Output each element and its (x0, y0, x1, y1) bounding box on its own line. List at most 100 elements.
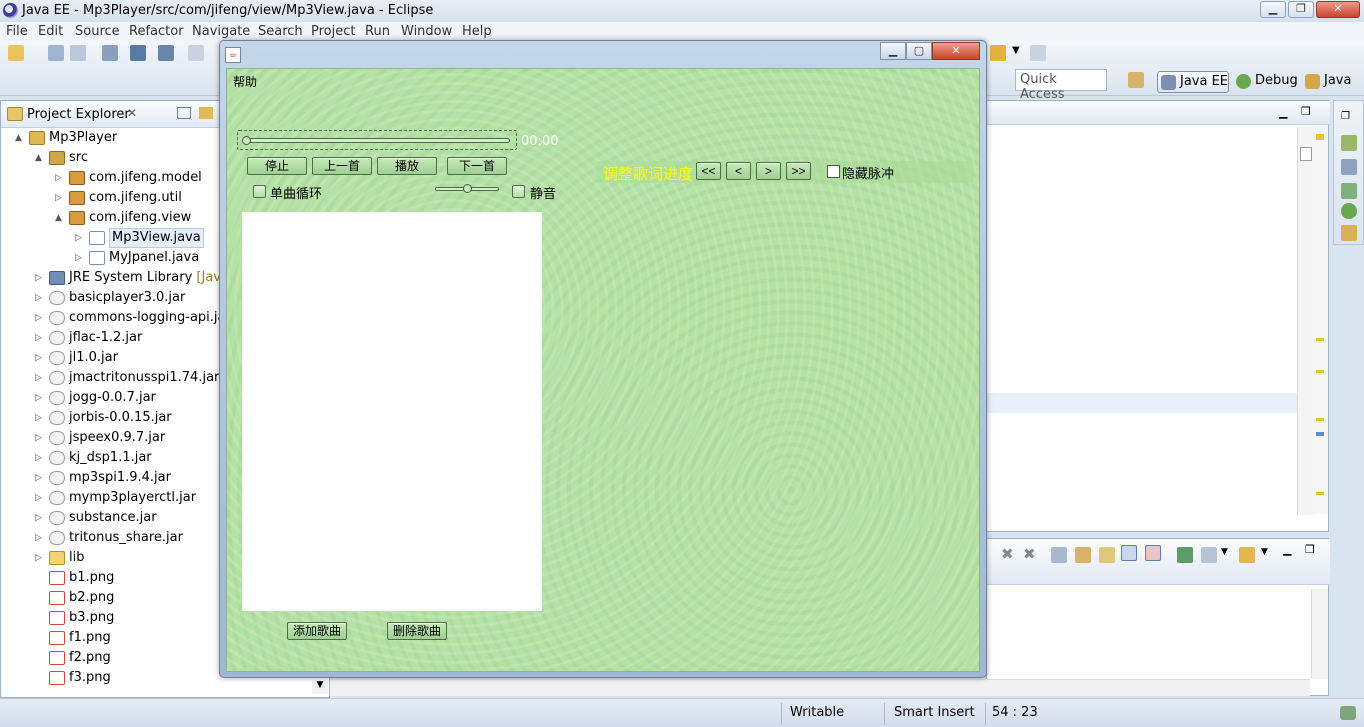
scroll-thumb[interactable] (1300, 147, 1312, 161)
delete-song-button[interactable]: 删除歌曲 (387, 622, 447, 640)
updates-icon[interactable] (1340, 706, 1356, 720)
task-list-icon[interactable] (1341, 159, 1357, 175)
remove-all-icon[interactable]: ✖ (1023, 545, 1036, 563)
progress-slider[interactable] (237, 130, 517, 150)
single-loop-checkbox[interactable] (253, 185, 266, 198)
horizontal-scrollbar[interactable] (330, 679, 1310, 696)
save-icon[interactable] (48, 45, 64, 61)
build-icon[interactable] (102, 45, 118, 61)
expand-arrow-icon[interactable]: ▷ (35, 288, 45, 308)
chevron-down-icon[interactable]: ▼ (1012, 45, 1020, 56)
expand-arrow-icon[interactable]: ▲ (35, 148, 45, 168)
expand-arrow-icon[interactable]: ▷ (35, 388, 45, 408)
chevron-down-icon[interactable]: ▼ (1221, 547, 1228, 557)
annotation-marker[interactable] (1316, 492, 1324, 495)
lyric-rewind-fast-button[interactable]: << (696, 162, 721, 180)
display-console-icon[interactable] (1201, 547, 1217, 563)
forward-arrow-icon[interactable] (1030, 45, 1046, 61)
expand-arrow-icon[interactable]: ▷ (35, 448, 45, 468)
collapse-all-icon[interactable] (177, 107, 191, 119)
menu-project[interactable]: Project (311, 24, 355, 39)
expand-arrow-icon[interactable]: ▷ (35, 428, 45, 448)
perspective-java[interactable]: Java (1302, 71, 1355, 93)
progress-thumb[interactable] (242, 136, 251, 145)
word-wrap-icon[interactable] (1099, 547, 1115, 563)
open-console-icon[interactable] (1239, 547, 1255, 563)
expand-arrow-icon[interactable]: ▷ (35, 468, 45, 488)
player-close-icon[interactable]: ✕ (932, 42, 980, 60)
show-on-output-icon[interactable] (1121, 545, 1137, 561)
outline-icon[interactable] (1341, 135, 1357, 151)
player-menu-help[interactable]: 帮助 (233, 73, 257, 90)
expand-arrow-icon[interactable]: ▷ (35, 328, 45, 348)
expand-arrow-icon[interactable]: ▲ (55, 208, 65, 228)
expand-arrow-icon[interactable]: ▷ (55, 188, 65, 208)
pin-console-icon[interactable] (1177, 547, 1193, 563)
expand-arrow-icon[interactable]: ▷ (35, 528, 45, 548)
scroll-lock-icon[interactable] (1075, 547, 1091, 563)
console-maximize-icon[interactable]: ❐ (1305, 543, 1315, 556)
annotation-marker[interactable] (1316, 338, 1324, 341)
minimize-icon[interactable]: ▁ (1260, 1, 1286, 18)
progress-track[interactable] (244, 138, 510, 143)
annotation-marker[interactable] (1316, 418, 1324, 421)
perspective-debug[interactable]: Debug (1233, 71, 1302, 93)
run-icon[interactable] (188, 45, 204, 61)
volume-slider[interactable] (435, 180, 499, 198)
bug-icon[interactable] (1341, 203, 1357, 219)
expand-arrow-icon[interactable]: ▷ (55, 168, 65, 188)
lyric-forward-fast-button[interactable]: >> (786, 162, 811, 180)
expand-arrow-icon[interactable]: ▷ (35, 548, 45, 568)
servers-icon[interactable] (1341, 183, 1357, 199)
volume-thumb[interactable] (462, 184, 472, 193)
menu-run[interactable]: Run (365, 24, 390, 39)
expand-arrow-icon[interactable]: ▷ (35, 488, 45, 508)
new-icon[interactable] (8, 45, 24, 61)
console-minimize-icon[interactable]: ▁ (1283, 543, 1291, 556)
menu-window[interactable]: Window (401, 24, 452, 39)
menu-help[interactable]: Help (462, 24, 492, 39)
lyric-rewind-button[interactable]: < (726, 162, 751, 180)
mute-checkbox[interactable] (512, 185, 525, 198)
skip-breakpoints-icon[interactable] (158, 45, 174, 61)
annotation-marker[interactable] (1316, 134, 1324, 140)
editor-minimize-icon[interactable]: ▁ (1279, 106, 1287, 119)
menu-refactor[interactable]: Refactor (129, 24, 184, 39)
editor-maximize-icon[interactable]: ❐ (1301, 105, 1311, 118)
annotation-marker[interactable] (1316, 432, 1324, 436)
menu-edit[interactable]: Edit (38, 24, 63, 39)
song-playlist[interactable] (242, 212, 542, 611)
stop-button[interactable]: 停止 (247, 157, 307, 175)
chevron-down-icon[interactable]: ▼ (1261, 547, 1268, 557)
expand-arrow-icon[interactable]: ▷ (35, 368, 45, 388)
expand-arrow-icon[interactable]: ▷ (35, 508, 45, 528)
console-icon[interactable] (130, 45, 146, 61)
tree-scroll-down-icon[interactable]: ▼ (312, 680, 328, 694)
player-minimize-icon[interactable]: ▁ (880, 42, 906, 60)
close-tab-icon[interactable]: ✕ (127, 106, 137, 120)
expand-arrow-icon[interactable]: ▷ (75, 248, 85, 268)
expand-arrow-icon[interactable]: ▲ (15, 128, 25, 148)
wand-icon[interactable] (1341, 225, 1357, 241)
player-title-bar[interactable]: ☕ ▁ ▢ ✕ (220, 41, 986, 67)
restore-icon[interactable]: ❐ (1341, 111, 1350, 122)
expand-arrow-icon[interactable]: ▷ (35, 308, 45, 328)
save-all-icon[interactable] (70, 45, 86, 61)
maximize-icon[interactable]: ❐ (1288, 1, 1314, 18)
annotation-marker[interactable] (1316, 370, 1324, 373)
show-on-error-icon[interactable] (1145, 545, 1161, 561)
close-icon[interactable]: ✕ (1316, 1, 1360, 18)
expand-arrow-icon[interactable]: ▷ (35, 408, 45, 428)
back-arrow-icon[interactable] (990, 45, 1006, 61)
quick-access-input[interactable]: Quick Access (1015, 69, 1107, 102)
next-button[interactable]: 下一首 (447, 157, 507, 175)
hide-pulse-checkbox[interactable] (827, 165, 840, 178)
link-with-editor-icon[interactable] (199, 107, 213, 119)
menu-source[interactable]: Source (75, 24, 120, 39)
open-perspective-icon[interactable] (1128, 72, 1144, 88)
console-vertical-scrollbar[interactable] (1311, 589, 1328, 679)
clear-console-icon[interactable] (1051, 547, 1067, 563)
previous-button[interactable]: 上一首 (312, 157, 372, 175)
menu-search[interactable]: Search (258, 24, 303, 39)
menu-file[interactable]: File (6, 24, 28, 39)
